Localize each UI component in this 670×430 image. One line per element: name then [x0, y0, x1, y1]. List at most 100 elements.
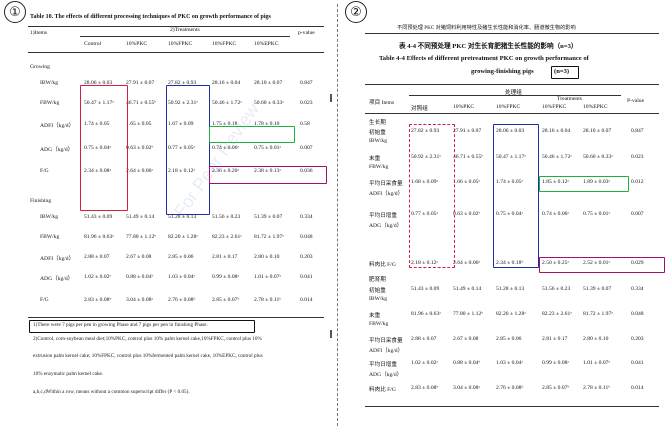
highlight-box-blue: [493, 124, 539, 268]
table-cell: 81.72 ± 1.97ᵃ: [583, 311, 613, 317]
highlight-box-red: [409, 124, 455, 268]
row-label: IBW/kg: [40, 214, 59, 220]
row-label: IBW/kg: [40, 80, 59, 86]
footnote-4: 10% enzymatic palm kernel cake.: [33, 371, 104, 377]
highlight-box-black: [551, 66, 579, 79]
table-cell: 28.10 ± 0.07: [583, 128, 612, 134]
row-label: 料肉比 F/G: [369, 262, 396, 268]
table-cell: 0.99 ± 0.08ᵃ: [212, 274, 239, 280]
rule: [28, 317, 324, 318]
p-value-cell: 0.048: [631, 311, 644, 317]
column-header: 10%PKC: [453, 104, 475, 110]
column-header: Control: [84, 41, 102, 47]
table-cell: 0.88 ± 0.04ᵇ: [126, 274, 154, 280]
p-value-cell: 0.041: [631, 360, 644, 366]
row-label: 平均日采食量: [369, 181, 403, 187]
row-label: ADG（kg/d）: [40, 276, 74, 282]
table-cell: 51.43 ± 0.09: [411, 286, 440, 292]
row-label: ADFI（kg/d）: [40, 123, 75, 129]
rule: [365, 84, 659, 85]
running-head: 不同预处理 PKC 对猪饲料利用特性及猪生长性能和消化率、肠道微生物的影响: [397, 25, 576, 31]
p-value-cell: 0.847: [300, 80, 313, 86]
p-value-cell: 0.023: [300, 100, 313, 106]
table-cell: 0.63 ± 0.02ᵇ: [126, 145, 154, 151]
table-cell: 51.43 ± 0.09: [84, 214, 113, 220]
table-cell: 2.76 ± 0.08ᵇ: [168, 297, 196, 303]
table-cell: 3.04 ± 0.08ᵃ: [126, 297, 153, 303]
column-header: 10%FPKC: [212, 41, 237, 47]
scroll-mark: [330, 94, 332, 102]
row-label: FBW/kg: [40, 234, 60, 240]
table-cell: 50.46 ± 1.72ᵃ: [212, 100, 242, 106]
table-cell: 2.76 ± 0.08ᵇ: [496, 385, 524, 391]
table-cell: 28.16 ± 0.04: [542, 128, 571, 134]
table-cell: 46.71 ± 0.55ᵇ: [126, 100, 156, 106]
title-cn: 表 4-4 不同预处理 PKC 对生长育肥猪生长性能的影响（n=3）: [399, 43, 578, 50]
right-table-panel: 不同预处理 PKC 对猪饲料利用特性及猪生长性能和消化率、肠道微生物的影响 表 …: [339, 0, 670, 430]
row-label: 末重: [369, 156, 381, 162]
p-value-cell: 0.203: [631, 336, 644, 342]
table-cell: 2.83 ± 0.08ᵇ: [84, 297, 112, 303]
section-finishing: Finishing: [30, 198, 52, 204]
table-cell: 2.85 ± 0.06: [496, 336, 522, 342]
footnote-2: 2)Control, corn-soybean meal diet;10%PKC…: [33, 336, 262, 342]
table-cell: 27.91 ± 0.07: [453, 128, 482, 134]
table-cell: 2.64 ± 0.06ᵃ: [453, 260, 480, 266]
footnote-3: extrusion palm kernel cake; 10%FPKC, con…: [33, 353, 263, 359]
p-value-cell: 0.014: [631, 385, 644, 391]
table-cell: 0.74 ± 0.06ᵃ: [542, 211, 569, 217]
rule: [365, 406, 659, 407]
table-cell: 51.39 ± 0.07: [254, 214, 283, 220]
row-label-en: ADFI（kg/d）: [369, 191, 404, 197]
column-header: 10%EPKC: [583, 104, 608, 110]
row-label-en: ADFI（kg/d）: [369, 348, 404, 354]
table-cell: 51.56 ± 0.23: [542, 286, 571, 292]
table-cell: 81.72 ± 1.97ᵃ: [254, 234, 284, 240]
row-label-en: ADG（kg/d）: [369, 223, 403, 229]
table-cell: 2.88 ± 0.07: [411, 336, 437, 342]
row-label: ADG（kg/d）: [40, 147, 74, 153]
table-cell: 0.99 ± 0.08ᵃ: [542, 360, 569, 366]
title-en-line1: Table 4-4 Effects of different pretreatm…: [379, 55, 589, 62]
table-cell: 46.71 ± 0.55ᵇ: [453, 154, 483, 160]
highlight-box-red: [80, 85, 128, 211]
table-cell: 50.46 ± 1.72ᵃ: [542, 154, 572, 160]
table-cell: 82.23 ± 2.61ᵃ: [542, 311, 572, 317]
row-label: 平均日增重: [369, 213, 397, 219]
table-cell: 1.03 ± 0.04ᵃ: [496, 360, 523, 366]
row-label: FBW/kg: [40, 100, 60, 106]
table-cell: 27.91 ± 0.07: [126, 80, 155, 86]
p-value-cell: 0.203: [300, 254, 313, 260]
column-header: 10%FPKC: [168, 41, 193, 47]
section-growing: 生长期: [369, 120, 386, 126]
header-items: 1)Items: [30, 30, 48, 36]
row-label: 末重: [369, 313, 381, 319]
table-cell: 2.80 ± 0.10: [254, 254, 280, 260]
table-cell: 2.88 ± 0.07: [84, 254, 110, 260]
p-value-cell: 0.847: [631, 128, 644, 134]
rule: [409, 95, 621, 96]
table-cell: 2.83 ± 0.08ᵇ: [411, 385, 439, 391]
table-cell: 82.20 ± 1.28ᵃ: [496, 311, 526, 317]
highlight-box-purple: [209, 166, 327, 184]
header-pvalue: P-value: [627, 98, 645, 104]
column-header: 10%PKC: [126, 41, 148, 47]
table-cell: 1.02 ± 0.02ᵃ: [84, 274, 111, 280]
table-cell: 1.65 ± 0.05: [126, 121, 152, 127]
table-cell: 0.75 ± 0.01ᵃ: [254, 145, 281, 151]
row-label: 料肉比 F/G: [369, 387, 396, 393]
left-table-panel: For Peer Review Table 10. The effects of…: [0, 0, 337, 430]
table-cell: 50.60 ± 0.33ᵃ: [583, 154, 613, 160]
table-cell: 0.88 ± 0.04ᵇ: [453, 360, 481, 366]
p-value-cell: 0.334: [631, 286, 644, 292]
row-label-en: FBW/kg: [369, 164, 389, 170]
table-cell: 2.67 ± 0.08: [453, 336, 479, 342]
table-cell: 51.28 ± 0.13: [496, 286, 525, 292]
row-label: 初始重: [369, 288, 386, 294]
table-cell: 1.66 ± 0.05ᵃ: [453, 179, 480, 185]
table-cell: 0.63 ± 0.02ᵇ: [453, 211, 481, 217]
footnote-1: 1)There were 7 pigs per pen in growing P…: [33, 322, 208, 328]
table-cell: 1.01 ± 0.07ᵃ: [254, 274, 281, 280]
table-cell: 50.60 ± 0.33ᵃ: [254, 100, 284, 106]
p-value-cell: 0.041: [300, 274, 313, 280]
